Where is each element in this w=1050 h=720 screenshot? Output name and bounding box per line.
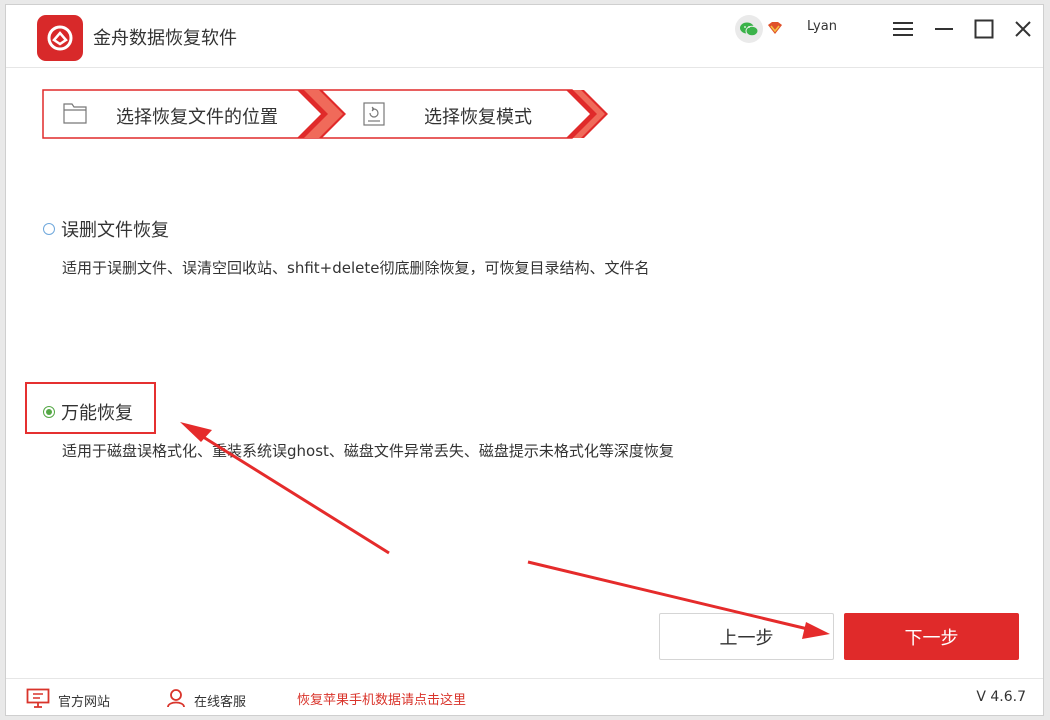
- next-step-button[interactable]: 下一步: [844, 613, 1019, 660]
- step-1-label: 选择恢复文件的位置: [116, 107, 278, 128]
- close-icon[interactable]: [1011, 17, 1035, 41]
- radio-universal-recovery[interactable]: [43, 406, 55, 418]
- restore-icon: [362, 101, 386, 131]
- radio-deleted-file-recovery[interactable]: [43, 223, 55, 235]
- previous-step-button[interactable]: 上一步: [659, 613, 834, 660]
- option-title: 误删文件恢复: [61, 220, 169, 241]
- app-title: 金舟数据恢复软件: [93, 28, 237, 49]
- option-description: 适用于误删文件、误清空回收站、shfit+delete彻底删除恢复，可恢复目录结…: [62, 259, 650, 277]
- apple-recovery-link[interactable]: 恢复苹果手机数据请点击这里: [297, 689, 466, 708]
- option-deleted-file-recovery[interactable]: 误删文件恢复: [43, 216, 169, 242]
- monitor-icon: [26, 688, 50, 712]
- step-breadcrumb: 选择恢复文件的位置 选择恢复模式: [42, 87, 610, 141]
- option-title: 万能恢复: [61, 403, 133, 424]
- official-website-label: 官方网站: [58, 694, 111, 710]
- app-logo-icon: [37, 15, 83, 61]
- user-icon: [166, 688, 186, 712]
- footer-bar: 官方网站 在线客服 恢复苹果手机数据请点击这里 V 4.6.7: [6, 678, 1043, 716]
- wechat-icon[interactable]: [735, 15, 763, 43]
- vip-badge-icon[interactable]: [767, 20, 783, 39]
- minimize-icon[interactable]: [932, 17, 956, 41]
- step-2-label: 选择恢复模式: [424, 107, 532, 128]
- option-description: 适用于磁盘误格式化、重装系统误ghost、磁盘文件异常丢失、磁盘提示未格式化等深…: [62, 442, 674, 460]
- username[interactable]: Lyan: [807, 19, 837, 34]
- version-label: V 4.6.7: [976, 689, 1026, 705]
- maximize-icon[interactable]: [972, 17, 996, 41]
- menu-icon[interactable]: [891, 17, 915, 41]
- online-support-link[interactable]: 在线客服: [166, 688, 246, 712]
- official-website-link[interactable]: 官方网站: [26, 688, 110, 712]
- app-window: 金舟数据恢复软件 Lyan 选择恢复文件的位置 选择恢复模式 误删文件恢复 适用…: [5, 4, 1044, 716]
- folder-icon: [62, 101, 88, 129]
- title-bar: 金舟数据恢复软件 Lyan: [6, 5, 1043, 68]
- online-support-label: 在线客服: [194, 694, 247, 710]
- option-universal-recovery[interactable]: 万能恢复: [43, 399, 133, 425]
